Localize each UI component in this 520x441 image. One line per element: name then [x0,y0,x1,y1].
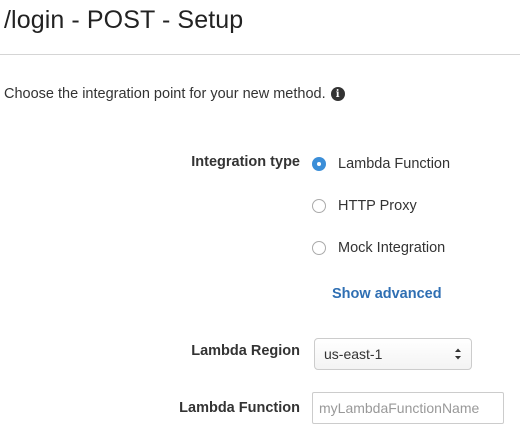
lambda-region-value: us-east-1 [324,346,383,362]
integration-type-label: Integration type [191,154,300,170]
radio-button-lambda-function[interactable] [312,157,326,171]
radio-option-mock-integration[interactable]: Mock Integration [312,240,445,256]
lambda-function-input[interactable] [312,392,504,424]
header-divider [0,54,520,55]
info-icon[interactable]: i [330,87,345,101]
radio-button-http-proxy[interactable] [312,199,326,213]
radio-label-lambda-function: Lambda Function [338,156,451,172]
lambda-function-label: Lambda Function [179,400,300,416]
radio-option-http-proxy[interactable]: HTTP Proxy [312,198,417,214]
radio-button-mock-integration[interactable] [312,241,326,255]
page-title: /login - POST - Setup [4,6,244,34]
intro-text-row: Choose the integration point for your ne… [4,86,345,102]
select-arrows-icon [455,348,461,360]
radio-label-mock-integration: Mock Integration [338,240,446,256]
radio-label-http-proxy: HTTP Proxy [338,198,417,214]
intro-text: Choose the integration point for your ne… [4,86,326,102]
lambda-region-select[interactable]: us-east-1 [314,338,472,370]
radio-option-lambda-function[interactable]: Lambda Function [312,156,450,172]
show-advanced-link[interactable]: Show advanced [332,286,442,302]
lambda-region-label: Lambda Region [191,343,300,359]
